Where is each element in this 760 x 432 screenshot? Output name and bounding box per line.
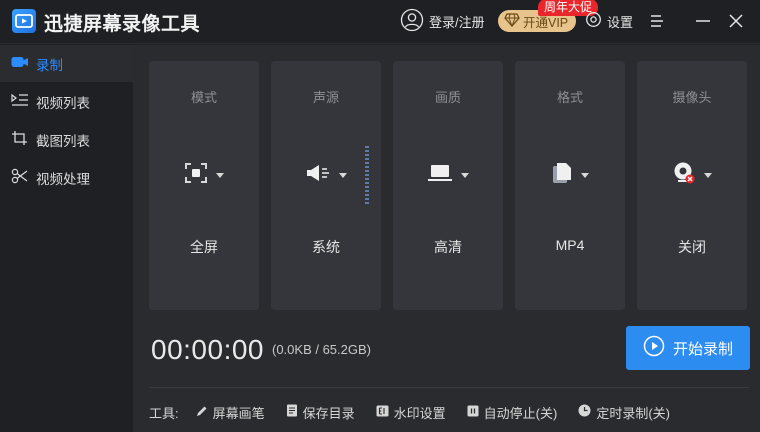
camera-card[interactable]: 摄像头 关闭 [637,61,747,310]
settings-button[interactable]: 设置 [585,10,633,32]
camera-off-icon [672,161,696,190]
sidebar-item-video-process[interactable]: 视频处理 [0,159,133,196]
watermark-icon [376,405,389,420]
speaker-icon [305,162,331,189]
auto-stop-button[interactable]: 自动停止(关) [467,403,558,422]
login-button[interactable]: 登录/注册 [400,8,485,34]
card-title: 画质 [434,90,461,105]
gear-icon [585,11,602,31]
file-format-icon [551,161,573,190]
fullscreen-icon [184,162,208,189]
tool-label: 定时录制(关) [596,405,671,421]
sidebar-item-screenshot-list[interactable]: 截图列表 [0,121,133,158]
card-value: MP4 [555,237,585,253]
menu-icon[interactable] [646,10,668,32]
start-recording-button[interactable]: 开始录制 [626,326,750,370]
card-title: 模式 [190,90,217,105]
sidebar-item-video-list[interactable]: 视频列表 [0,83,133,120]
minimize-icon[interactable] [692,10,714,32]
card-value: 关闭 [678,239,706,255]
sidebar-item-label: 截图列表 [36,133,90,149]
chevron-down-icon [704,172,712,178]
chevron-down-icon [461,172,469,178]
mode-card[interactable]: 模式 全屏 [149,61,259,310]
chevron-down-icon [339,172,347,178]
screenshot-list-icon [11,130,29,149]
watermark-settings-button[interactable]: 水印设置 [376,403,446,422]
tool-label: 屏幕画笔 [212,405,265,421]
sidebar-item-label: 视频处理 [36,171,90,187]
tool-label: 自动停止(关) [483,405,558,421]
tool-label: 保存目录 [302,405,355,421]
pen-icon [196,405,208,420]
card-value: 全屏 [190,239,218,255]
card-title: 格式 [556,90,583,105]
start-recording-label: 开始录制 [672,340,733,358]
card-title: 摄像头 [672,90,712,105]
card-title: 声源 [312,90,339,105]
video-camera-icon [11,55,29,72]
tools-bar: 工具: 屏幕画笔 保存目录 水印设置 自动停止(关) 定时录制(关) [149,403,670,421]
chevron-down-icon [216,172,224,178]
quality-card[interactable]: 画质 高清 [393,61,503,310]
login-label: 登录/注册 [429,14,485,30]
tools-label: 工具: [149,405,179,421]
scheduled-recording-button[interactable]: 定时录制(关) [578,403,670,422]
settings-label: 设置 [607,14,634,30]
recording-timer: 00:00:00 [151,334,264,365]
format-card[interactable]: 格式 MP4 [515,61,625,310]
title-bar: 迅捷屏幕录像工具 登录/注册 开通VIP 周年大促 设置 [0,0,760,44]
close-icon[interactable] [725,10,747,32]
clock-icon [578,404,591,420]
divider [149,387,749,388]
sidebar-item-label: 录制 [36,57,63,73]
card-value: 高清 [434,239,462,255]
screen-pen-button[interactable]: 屏幕画笔 [196,403,265,422]
app-logo-icon [12,9,36,33]
pause-icon [467,405,479,420]
chevron-down-icon [581,172,589,178]
save-directory-button[interactable]: 保存目录 [286,403,355,422]
sidebar: 录制 视频列表 截图列表 视频处理 [0,45,133,432]
file-size-info: (0.0KB / 65.2GB) [272,342,371,357]
card-value: 系统 [312,239,340,255]
sidebar-item-label: 视频列表 [36,95,90,111]
laptop-icon [427,163,453,188]
play-circle-icon [643,335,665,361]
diamond-icon [504,12,520,30]
document-icon [286,404,298,420]
video-process-icon [11,168,29,187]
sidebar-item-record[interactable]: 录制 [0,45,133,82]
volume-meter [365,146,369,204]
app-title: 迅捷屏幕录像工具 [44,14,201,35]
tool-label: 水印设置 [393,405,446,421]
record-panel: 模式 全屏 声源 系统 画质 高清 格式 MP4 摄像头 关闭 00:00:00… [133,45,760,432]
user-icon [400,8,424,35]
video-list-icon [11,93,29,110]
